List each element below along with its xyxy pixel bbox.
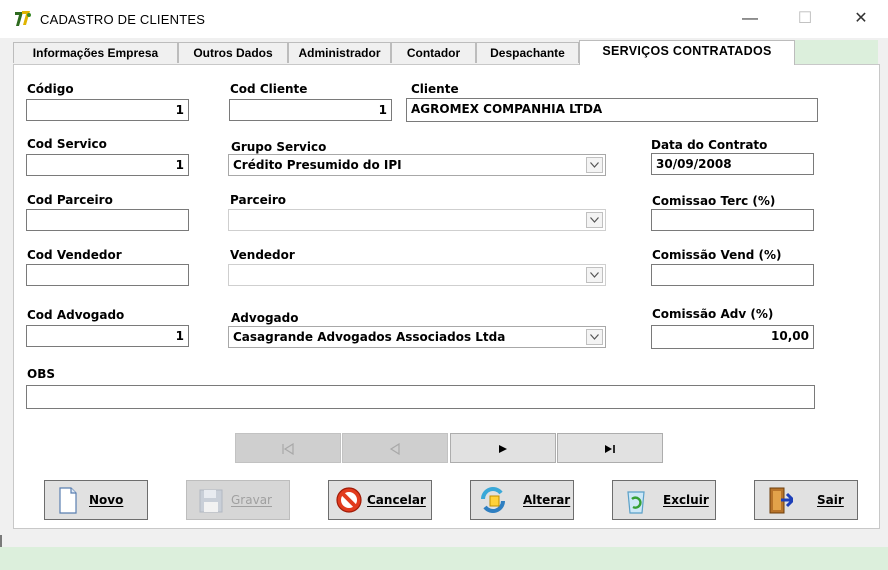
sair-label: Sair: [817, 493, 844, 507]
tab-servicos-contratados[interactable]: SERVIÇOS CONTRATADOS: [579, 40, 795, 65]
tab-informacoes-empresa[interactable]: Informações Empresa: [13, 42, 178, 63]
gravar-label: Gravar: [231, 493, 272, 507]
comissao-terc-label: Comissao Terc (%): [652, 194, 776, 208]
cancelar-button[interactable]: Cancelar: [328, 480, 432, 520]
cliente-label: Cliente: [411, 82, 459, 96]
grupo-servico-select[interactable]: Crédito Presumido do IPI: [228, 154, 606, 176]
cod-parceiro-field[interactable]: [26, 209, 189, 231]
cod-servico-field[interactable]: 1: [26, 154, 189, 176]
grupo-servico-label: Grupo Servico: [231, 140, 327, 154]
recycle-bin-icon: [619, 485, 651, 515]
vendedor-label: Vendedor: [230, 248, 295, 262]
cod-cliente-field[interactable]: 1: [229, 99, 392, 121]
exit-door-icon: [761, 485, 796, 515]
chevron-down-icon[interactable]: [586, 329, 603, 345]
cod-servico-label: Cod Servico: [27, 137, 107, 151]
cod-vendedor-field[interactable]: [26, 264, 189, 286]
nav-next-button[interactable]: [450, 433, 556, 463]
vendedor-select[interactable]: [228, 264, 606, 286]
tab-contador[interactable]: Contador: [391, 42, 476, 63]
chevron-down-icon[interactable]: [586, 157, 603, 173]
comissao-vend-field[interactable]: [651, 264, 814, 286]
close-button[interactable]: ✕: [844, 6, 878, 32]
cancelar-label: Cancelar: [367, 493, 426, 507]
cod-parceiro-label: Cod Parceiro: [27, 193, 113, 207]
tab-strip: Informações Empresa Outros Dados Adminis…: [13, 40, 878, 65]
obs-field[interactable]: [26, 385, 815, 409]
parceiro-label: Parceiro: [230, 193, 287, 207]
cod-advogado-label: Cod Advogado: [27, 308, 125, 322]
parceiro-select[interactable]: [228, 209, 606, 231]
obs-label: OBS: [27, 367, 55, 381]
tab-administrador[interactable]: Administrador: [288, 42, 391, 63]
window-title: CADASTRO DE CLIENTES: [40, 12, 206, 27]
maximize-button[interactable]: ☐: [788, 6, 822, 32]
sair-button[interactable]: Sair: [754, 480, 858, 520]
advogado-select[interactable]: Casagrande Advogados Associados Ltda: [228, 326, 606, 348]
cod-cliente-label: Cod Cliente: [230, 82, 308, 96]
minimize-button[interactable]: —: [733, 6, 767, 32]
advogado-value: Casagrande Advogados Associados Ltda: [233, 330, 506, 344]
tab-outros-dados[interactable]: Outros Dados: [178, 42, 288, 63]
status-bar: [0, 547, 888, 570]
window-edge: [0, 535, 2, 547]
chevron-down-icon[interactable]: [586, 267, 603, 283]
next-icon: [499, 445, 507, 453]
grupo-servico-value: Crédito Presumido do IPI: [233, 158, 402, 172]
gravar-button[interactable]: Gravar: [186, 480, 290, 520]
excluir-label: Excluir: [663, 493, 709, 507]
skip-last-icon: [605, 445, 615, 453]
cliente-field[interactable]: AGROMEX COMPANHIA LTDA: [406, 98, 818, 122]
prior-icon: [389, 442, 400, 456]
advogado-label: Advogado: [231, 311, 299, 325]
skip-first-icon: [282, 442, 294, 456]
cancel-icon: [333, 485, 365, 515]
new-document-icon: [51, 485, 83, 515]
alterar-button[interactable]: Alterar: [470, 480, 574, 520]
nav-last-button[interactable]: [557, 433, 663, 463]
chevron-down-icon[interactable]: [586, 212, 603, 228]
comissao-adv-label: Comissão Adv (%): [652, 307, 774, 321]
novo-button[interactable]: Novo: [44, 480, 148, 520]
comissao-terc-field[interactable]: [651, 209, 814, 231]
cod-advogado-field[interactable]: 1: [26, 325, 189, 347]
novo-label: Novo: [89, 493, 124, 507]
app-logo-icon: [13, 9, 33, 29]
codigo-field[interactable]: 1: [26, 99, 189, 121]
nav-first-button[interactable]: [235, 433, 341, 463]
tab-despachante[interactable]: Despachante: [476, 42, 579, 63]
refresh-edit-icon: [477, 485, 509, 515]
data-contrato-field[interactable]: 30/09/2008: [651, 153, 814, 175]
cod-vendedor-label: Cod Vendedor: [27, 248, 122, 262]
data-contrato-label: Data do Contrato: [651, 138, 768, 152]
nav-prior-button[interactable]: [342, 433, 448, 463]
title-bar: CADASTRO DE CLIENTES — ☐ ✕: [0, 0, 888, 38]
codigo-label: Código: [27, 82, 74, 96]
comissao-vend-label: Comissão Vend (%): [652, 248, 782, 262]
comissao-adv-field[interactable]: 10,00: [651, 325, 814, 349]
save-disk-icon: [193, 485, 225, 515]
alterar-label: Alterar: [523, 493, 571, 507]
excluir-button[interactable]: Excluir: [612, 480, 716, 520]
